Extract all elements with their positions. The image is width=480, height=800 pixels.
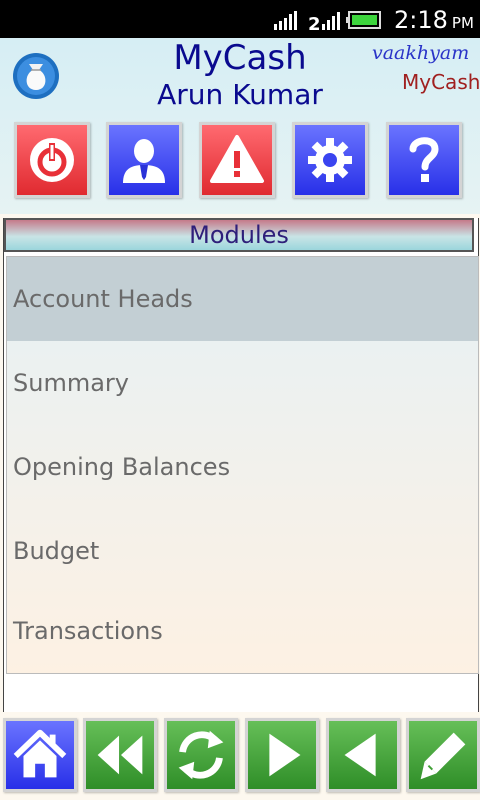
rewind-icon [97,735,143,775]
edit-button[interactable] [406,718,480,792]
home-icon [13,729,67,778]
module-item-opening-balances[interactable]: Opening Balances [7,425,478,509]
modules-list: Account Heads Summary Opening Balances B… [6,256,479,674]
brand-logo-text: vaakhyam [372,42,470,64]
help-icon [409,137,439,182]
user-profile-button[interactable] [106,122,182,198]
back-icon [344,733,376,777]
power-icon [30,138,74,182]
module-item-summary[interactable]: Summary [7,341,478,425]
play-icon [269,733,301,777]
app-header: MyCash Arun Kumar vaakhyam MyCash [0,38,480,214]
user-icon [123,139,165,183]
warning-icon [210,135,264,183]
network-type-label: 2 [308,14,321,32]
module-item-account-heads[interactable]: Account Heads [7,257,478,341]
battery-icon [346,11,381,29]
back-button[interactable] [326,718,400,792]
refresh-icon [178,730,224,780]
power-button[interactable] [14,122,90,198]
time-value: 2:18 [394,6,448,34]
settings-button[interactable] [292,122,368,198]
help-button[interactable] [386,122,462,198]
play-button[interactable] [245,718,319,792]
module-item-budget[interactable]: Budget [7,509,478,593]
brand-app-name: MyCash [402,70,480,94]
time-ampm: PM [451,14,474,32]
signal-icon: 2 [274,11,340,32]
home-button[interactable] [3,718,77,792]
rewind-button[interactable] [83,718,157,792]
alert-button[interactable] [199,122,275,198]
module-item-transactions[interactable]: Transactions [7,589,478,673]
edit-icon [420,732,466,780]
gear-icon [308,138,352,182]
refresh-button[interactable] [164,718,238,792]
modules-header: Modules [4,218,474,252]
status-bar: 2 2:18 PM [0,0,480,38]
status-time: 2:18 PM [394,6,474,34]
